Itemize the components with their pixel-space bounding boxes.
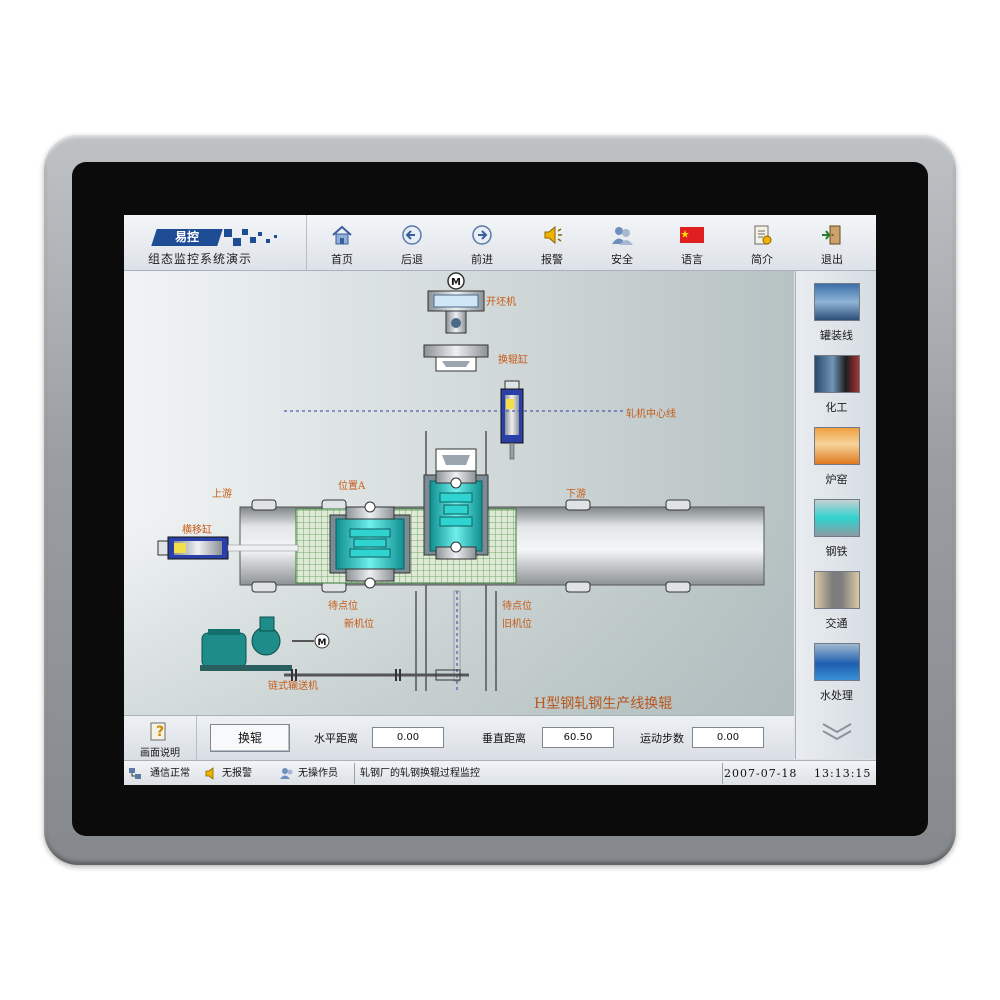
alarm-bell-icon (544, 225, 562, 245)
logo: 易控 (151, 229, 223, 246)
hmi-screen: 易控 组态监控系统演示 首页 后退 前进 报警 安全 语言 简介 退出 M M … (124, 215, 876, 785)
label-downstream: 下游 (566, 489, 586, 500)
water-treatment-thumbnail (813, 643, 860, 681)
sidebar-item-steel[interactable]: 钢铁 (796, 493, 876, 561)
sidebar-item-label: 化工 (825, 401, 848, 414)
china-flag-icon (680, 227, 704, 243)
control-bar: ? 画面说明 换辊 水平距离 0.00 垂直距离 60.50 运动步数 0.00 (124, 715, 794, 760)
status-message: 轧钢厂的轧钢换辊过程监控 (360, 768, 480, 779)
label-chain-conveyor: 链式输送机 (268, 681, 318, 692)
status-date: 2007-07-18 (724, 767, 798, 780)
nav-forward-label: 前进 (471, 253, 493, 266)
help-question-icon: ? (150, 722, 166, 741)
filling-line-thumbnail (813, 283, 860, 321)
label-opener: 开坯机 (486, 297, 516, 308)
horizontal-distance-value: 0.00 (372, 727, 444, 748)
motion-steps-label: 运动步数 (640, 732, 684, 745)
label-mill-center: 轧机中心线 (626, 409, 676, 420)
process-diagram: M M 开坯机 换辊缸 轧机中心线 上游 下游 位置A 横移缸 待点位 新机位 … (124, 271, 794, 715)
nav-intro-button[interactable]: 简介 (732, 221, 792, 267)
sidebar-item-water[interactable]: 水处理 (796, 637, 876, 705)
svg-text:M: M (318, 638, 327, 648)
svg-text:?: ? (156, 724, 164, 740)
label-standby-right: 待点位 (502, 601, 532, 612)
chain-conveyor-drive: M (200, 616, 469, 681)
nav-home-button[interactable]: 首页 (312, 221, 372, 267)
operator-status: 无操作员 (298, 768, 338, 779)
alarm-status-icon (205, 767, 214, 780)
vertical-distance-value: 60.50 (542, 727, 614, 748)
status-bar: 通信正常 无报警 无操作员 轧钢厂的轧钢换辊过程监控 2007-07-18 13… (124, 760, 876, 785)
nav-back-label: 后退 (401, 253, 423, 266)
horizontal-distance-label: 水平距离 (314, 732, 358, 745)
nav-language-label: 语言 (681, 253, 703, 266)
label-upstream: 上游 (212, 489, 232, 500)
scroll-down-chevron-icon[interactable] (820, 721, 854, 743)
nav-home-label: 首页 (331, 253, 353, 266)
nav-intro-label: 简介 (751, 253, 773, 266)
label-traverse-cylinder: 横移缸 (182, 525, 212, 536)
sidebar-item-furnace[interactable]: 炉窑 (796, 421, 876, 489)
sidebar: 罐装线 化工 炉窑 钢铁 交通 水处理 (795, 271, 876, 759)
operator-status-icon (280, 768, 293, 779)
label-standby-left: 待点位 (328, 601, 358, 612)
network-status-icon (129, 768, 141, 779)
label-stand-right: 旧机位 (502, 619, 532, 630)
logo-area: 易控 组态监控系统演示 (124, 215, 307, 270)
help-label: 画面说明 (140, 748, 180, 759)
introduction-document-icon (754, 225, 772, 245)
logo-text: 易控 (174, 230, 199, 244)
opener-machine: M (423, 272, 489, 372)
nav-alarm-label: 报警 (541, 253, 563, 266)
status-time: 13:13:15 (814, 767, 872, 780)
security-users-icon (612, 227, 633, 245)
motion-steps-value: 0.00 (692, 727, 764, 748)
nav-forward-button[interactable]: 前进 (452, 221, 512, 267)
chemical-thumbnail (813, 355, 860, 393)
forward-arrow-icon (472, 225, 492, 245)
exit-door-icon (822, 225, 841, 245)
label-roll-cylinder: 换辊缸 (498, 355, 528, 366)
home-icon (332, 225, 352, 245)
sidebar-item-label: 炉窑 (825, 473, 848, 486)
nav-back-button[interactable]: 后退 (382, 221, 442, 267)
nav-exit-label: 退出 (821, 253, 843, 266)
steel-thumbnail (813, 499, 860, 537)
vertical-distance-label: 垂直距离 (482, 732, 526, 745)
nav-security-label: 安全 (611, 253, 633, 266)
system-subtitle: 组态监控系统演示 (148, 252, 253, 266)
nav-security-button[interactable]: 安全 (592, 221, 652, 267)
help-button[interactable]: ? 画面说明 (124, 716, 197, 760)
back-arrow-icon (402, 225, 422, 245)
alarm-status: 无报警 (222, 768, 252, 779)
nav-alarm-button[interactable]: 报警 (522, 221, 582, 267)
sidebar-item-label: 水处理 (820, 689, 853, 702)
nav-toolbar: 首页 后退 前进 报警 安全 语言 简介 退出 (306, 215, 876, 270)
label-stand-left: 新机位 (344, 619, 374, 630)
comm-status: 通信正常 (150, 768, 190, 779)
sidebar-item-label: 钢铁 (825, 545, 848, 558)
top-bar: 易控 组态监控系统演示 首页 后退 前进 报警 安全 语言 简介 退出 (124, 215, 876, 271)
nav-exit-button[interactable]: 退出 (802, 221, 862, 267)
swap-roll-button[interactable]: 换辊 (210, 724, 290, 752)
roll-change-cylinder (500, 380, 524, 460)
sidebar-item-label: 交通 (825, 617, 848, 630)
sidebar-item-traffic[interactable]: 交通 (796, 565, 876, 633)
traffic-thumbnail (813, 571, 860, 609)
furnace-thumbnail (813, 427, 860, 465)
svg-text:M: M (451, 277, 461, 288)
process-title: H型钢轧钢生产线换辊 (534, 696, 673, 712)
sidebar-item-label: 罐装线 (820, 329, 853, 342)
sidebar-item-chemical[interactable]: 化工 (796, 349, 876, 417)
logo-pattern-icon (224, 229, 280, 246)
sidebar-item-filling-line[interactable]: 罐装线 (796, 277, 876, 345)
nav-language-button[interactable]: 语言 (662, 221, 722, 267)
label-position-a: 位置A (338, 481, 366, 492)
